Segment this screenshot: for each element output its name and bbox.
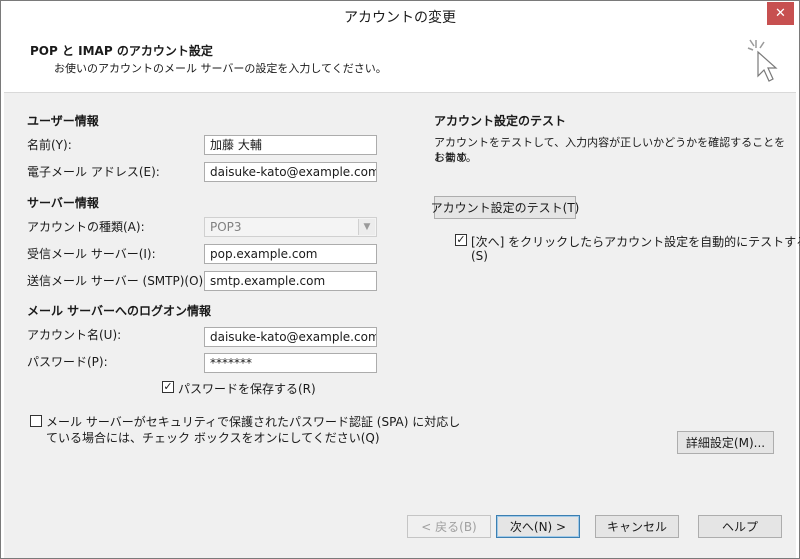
header-subtitle: お使いのアカウントのメール サーバーの設定を入力してください。 (54, 62, 387, 75)
email-field[interactable]: daisuke-kato@example.com (204, 162, 377, 182)
title-bar: アカウントの変更 ✕ (1, 1, 799, 32)
test-description-line1: アカウントをテストして、入力内容が正しいかどうかを確認することをお勧め (434, 136, 786, 164)
test-account-button[interactable]: アカウント設定のテスト(T) (431, 196, 579, 219)
dialog-body: ユーザー情報 名前(Y): 加藤 大輔 電子メール アドレス(E): daisu… (4, 93, 800, 558)
user-info-heading: ユーザー情報 (27, 114, 99, 128)
spa-checkbox[interactable] (30, 415, 42, 427)
check-icon: ✓ (456, 233, 466, 246)
email-label: 電子メール アドレス(E): (27, 165, 160, 179)
outgoing-server-field[interactable]: smtp.example.com (204, 271, 377, 291)
next-button[interactable]: 次へ(N) > (496, 515, 580, 538)
account-type-label: アカウントの種類(A): (27, 220, 145, 234)
spa-label-line2[interactable]: ている場合には、チェック ボックスをオンにしてください(Q) (46, 429, 380, 446)
incoming-server-field[interactable]: pop.example.com (204, 244, 377, 264)
account-settings-dialog: アカウントの変更 ✕ POP と IMAP のアカウント設定 お使いのアカウント… (0, 0, 800, 559)
auto-test-checkbox[interactable]: ✓ (455, 234, 467, 246)
incoming-server-label: 受信メール サーバー(I): (27, 247, 156, 261)
back-button[interactable]: < 戻る(B) (407, 515, 491, 538)
advanced-settings-button[interactable]: 詳細設定(M)... (677, 431, 774, 454)
window-title: アカウントの変更 (344, 10, 456, 26)
name-label: 名前(Y): (27, 138, 72, 152)
account-type-value: POP3 (210, 220, 242, 234)
header-title: POP と IMAP のアカウント設定 (30, 44, 213, 58)
spa-label-line1[interactable]: メール サーバーがセキュリティで保護されたパスワード認証 (SPA) に対応し (46, 413, 460, 430)
password-label: パスワード(P): (27, 355, 108, 369)
password-field[interactable]: ******* (204, 353, 377, 373)
close-icon: ✕ (775, 6, 786, 21)
auto-test-label-line2[interactable]: (S) (471, 249, 488, 263)
help-button[interactable]: ヘルプ (698, 515, 782, 538)
test-heading: アカウント設定のテスト (434, 114, 567, 128)
account-name-label: アカウント名(U): (27, 328, 122, 342)
cursor-sparkle-icon (747, 39, 778, 82)
account-name-field[interactable]: daisuke-kato@example.com (204, 327, 377, 347)
account-type-select: POP3 ▼ (204, 217, 377, 237)
check-icon: ✓ (163, 380, 173, 393)
chevron-down-icon: ▼ (358, 219, 375, 235)
test-description-line2: します。 (434, 151, 477, 164)
header-panel: POP と IMAP のアカウント設定 お使いのアカウントのメール サーバーの設… (4, 32, 796, 93)
server-info-heading: サーバー情報 (27, 196, 99, 210)
save-password-checkbox[interactable]: ✓ (162, 381, 174, 393)
outgoing-server-label: 送信メール サーバー (SMTP)(O): (27, 274, 208, 288)
cancel-button[interactable]: キャンセル (595, 515, 679, 538)
name-field[interactable]: 加藤 大輔 (204, 135, 377, 155)
save-password-label[interactable]: パスワードを保存する(R) (178, 380, 316, 397)
auto-test-label-line1[interactable]: [次へ] をクリックしたらアカウント設定を自動的にテストする (471, 233, 800, 250)
close-button[interactable]: ✕ (767, 2, 794, 25)
logon-info-heading: メール サーバーへのログオン情報 (27, 304, 212, 318)
